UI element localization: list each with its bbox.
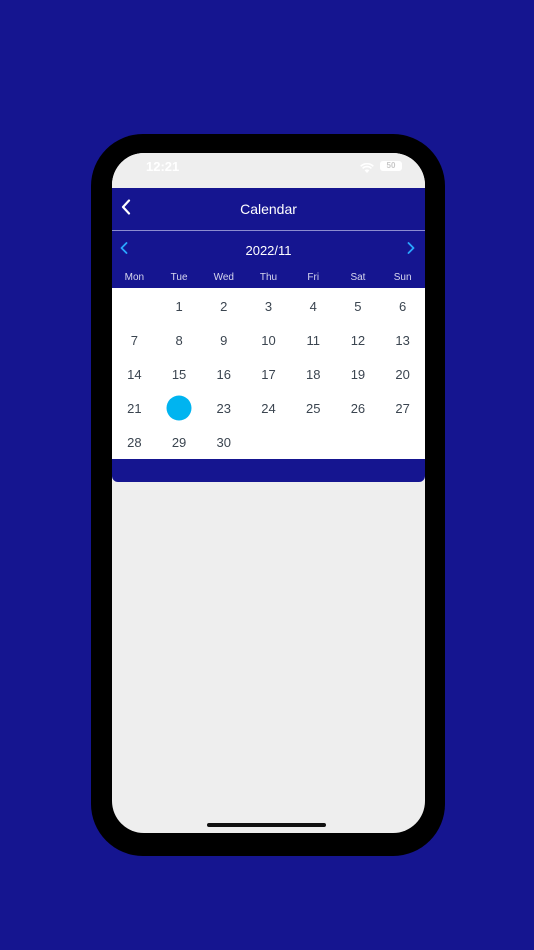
calendar-day[interactable]: 18 [291,357,336,391]
app-header: Calendar [112,188,425,231]
day-number: 4 [309,298,317,314]
day-number: 22 [171,400,187,416]
calendar-day[interactable]: 5 [336,289,381,323]
day-number: 15 [171,366,187,382]
status-time: 12:21 [146,159,180,174]
day-number: 29 [171,434,187,450]
day-number: 27 [395,400,410,416]
calendar-day[interactable]: 11 [291,323,336,357]
day-number: 18 [305,366,321,382]
weekday-label: Thu [259,272,278,283]
calendar-empty-cell [246,425,291,459]
day-number: 2 [220,298,228,314]
day-number: 19 [350,366,366,382]
calendar-day[interactable]: 28 [112,425,157,459]
calendar-day[interactable]: 15 [157,357,202,391]
weekday-label: Mon [124,272,145,283]
day-number: 21 [127,400,142,416]
calendar-day[interactable]: 17 [246,357,291,391]
status-bar: 12:21 50 [112,153,425,188]
day-number: 1 [175,298,183,314]
chevron-right-icon [407,241,415,259]
day-number: 30 [216,434,232,450]
next-month-button[interactable] [402,241,420,259]
day-number: 8 [175,332,183,348]
day-number: 17 [261,366,276,382]
day-number: 24 [261,400,276,416]
calendar-day[interactable]: 8 [157,323,202,357]
day-number: 10 [261,332,276,348]
day-number: 11 [306,332,320,348]
weekday-header: Mon Tue Wed Thu Fri Sat Sun [112,269,425,288]
calendar-day[interactable]: 3 [246,289,291,323]
calendar-day[interactable]: 21 [112,391,157,425]
app-screen: 12:21 50 Calendar 2022/11 Mon Tue Wed Th… [112,153,425,833]
day-number: 28 [127,434,142,450]
day-number: 6 [399,298,407,314]
weekday-label: Fri [307,272,320,283]
battery-icon: 50 [380,161,402,171]
wifi-icon [360,161,374,179]
day-number: 3 [264,298,273,314]
calendar-empty-cell [112,289,157,323]
day-number: 25 [305,400,321,416]
calendar-day[interactable]: 23 [201,391,246,425]
day-number: 13 [395,332,410,348]
calendar-day[interactable]: 29 [157,425,202,459]
day-number: 7 [130,332,138,348]
calendar-day[interactable]: 26 [336,391,381,425]
calendar-empty-cell [336,425,381,459]
calendar-footer [112,459,425,482]
day-number: 5 [354,298,362,314]
calendar-empty-cell [291,425,336,459]
calendar-day-grid: 1 2 3 4 5 6 7 8 9 10 11 12 13 14 15 16 17 18 19 20 21 22 23 24 2… [112,288,425,459]
calendar-day[interactable]: 24 [246,391,291,425]
day-number: 14 [127,366,142,382]
calendar-day[interactable]: 6 [380,289,425,323]
calendar-day[interactable]: 1 [157,289,202,323]
calendar-day[interactable]: 10 [246,323,291,357]
day-number: 26 [350,400,366,416]
home-indicator [207,823,326,827]
weekday-label: Sun [393,272,412,283]
day-number: 12 [350,332,366,348]
month-label: 2022/11 [245,243,292,258]
page-title: Calendar [240,201,297,217]
calendar-day[interactable]: 30 [201,425,246,459]
day-number: 9 [220,332,228,348]
calendar-day[interactable]: 14 [112,357,157,391]
calendar-empty-cell [380,425,425,459]
day-number: 16 [216,366,232,382]
calendar-day[interactable]: 12 [336,323,381,357]
calendar-day[interactable]: 7 [112,323,157,357]
weekday-label: Wed [213,272,234,283]
calendar-day[interactable]: 4 [291,289,336,323]
calendar-day[interactable]: 2 [201,289,246,323]
calendar-day[interactable]: 16 [201,357,246,391]
calendar-day[interactable]: 13 [380,323,425,357]
calendar-day[interactable]: 9 [201,323,246,357]
calendar-day[interactable]: 27 [380,391,425,425]
phone-frame: 12:21 50 Calendar 2022/11 Mon Tue Wed Th… [91,134,445,856]
day-number: 23 [216,400,232,416]
weekday-label: Tue [170,272,188,283]
day-number: 20 [395,366,410,382]
month-navigator: 2022/11 [112,231,425,269]
calendar-day[interactable]: 19 [336,357,381,391]
calendar-day[interactable]: 25 [291,391,336,425]
weekday-label: Sat [350,272,366,283]
calendar-day-selected[interactable]: 22 [157,391,202,425]
calendar-day[interactable]: 20 [380,357,425,391]
